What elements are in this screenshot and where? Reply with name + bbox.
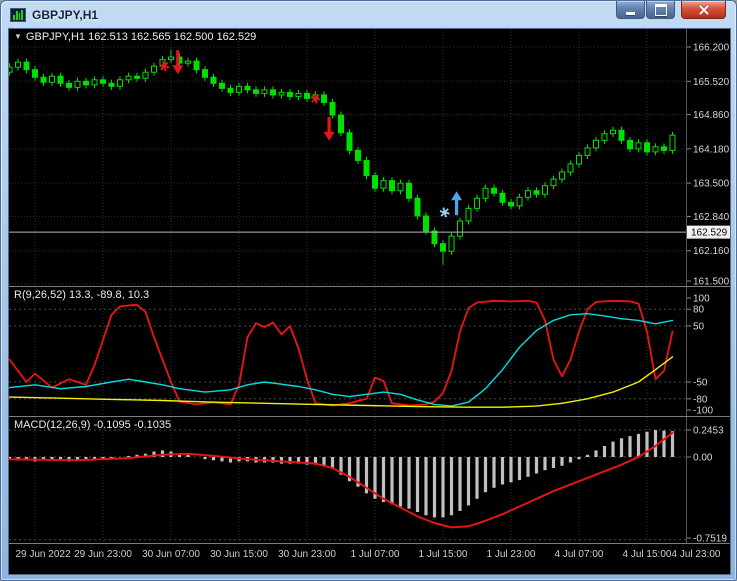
close-button[interactable] [681,1,726,19]
svg-text:-50: -50 [693,378,708,389]
svg-text:164.860: 164.860 [693,110,730,121]
time-label: 29 Jun 2022 [15,549,71,560]
time-label: 4 Jul 07:00 [554,549,604,560]
svg-text:164.180: 164.180 [693,144,730,155]
macd-chart[interactable]: 0.2453 0.00 -0.7519 [9,417,730,544]
minimize-icon [626,11,635,15]
svg-text:-80: -80 [693,394,708,405]
svg-text:161.500: 161.500 [693,277,730,288]
svg-text:100: 100 [693,294,710,305]
indicator2-panel: 0.2453 0.00 -0.7519 MACD(12,26,9) -0.1095 … [9,417,730,544]
close-icon [698,4,710,16]
current-price-box: 162.529 [687,225,730,239]
svg-text:162.840: 162.840 [693,212,730,223]
svg-text:0.00: 0.00 [693,453,713,464]
chart-client-area: 166.200 165.520 164.860 164.180 163.500 162.8… [9,29,730,574]
time-label: 4 Jul 23:00 [671,549,721,560]
svg-text:165.520: 165.520 [693,77,730,88]
svg-text:162.160: 162.160 [693,246,730,257]
indicator1-scale[interactable]: 10080 50 -50 -80-100 [687,294,713,417]
time-label: 30 Jun 15:00 [210,549,268,560]
maximize-button[interactable] [646,1,675,19]
indicator-oscillator-chart[interactable]: 10080 50 -50 -80-100 [9,287,730,417]
title-bar[interactable]: GBPJPY,H1 [1,1,736,29]
price-scale[interactable]: 166.200 165.520 164.860 164.180 163.500 162.8… [687,43,730,288]
level-lines [9,429,686,541]
time-label: 30 Jun 23:00 [278,549,336,560]
time-label: 1 Jul 07:00 [350,549,400,560]
minimize-button[interactable] [616,1,645,19]
macd-signal-line [9,431,674,529]
indicator-lines [9,299,674,408]
svg-text:-0.7519: -0.7519 [693,534,727,545]
chart-icon [10,8,26,22]
svg-text:-100: -100 [693,406,713,417]
svg-text:0.2453: 0.2453 [693,426,724,437]
svg-text:80: 80 [693,305,705,316]
svg-text:166.200: 166.200 [693,43,730,54]
window-title: GBPJPY,H1 [32,8,99,22]
macd-scale[interactable]: 0.2453 0.00 -0.7519 [687,426,727,544]
svg-text:162.529: 162.529 [691,228,728,239]
time-axis[interactable]: 29 Jun 2022 29 Jun 23:00 30 Jun 07:00 30 Ju… [9,544,730,574]
grid [9,29,686,285]
main-chart-panel: 166.200 165.520 164.860 164.180 163.500 162.8… [9,29,730,287]
time-label: 30 Jun 07:00 [142,549,200,560]
time-label: 4 Jul 15:00 [622,549,672,560]
level-lines [9,308,686,400]
macd-histogram [9,430,675,518]
grid [34,417,648,542]
svg-text:163.500: 163.500 [693,179,730,190]
chart-window: GBPJPY,H1 166.200 165.520 164.860 164.180 16… [0,0,737,581]
time-label: 1 Jul 15:00 [418,549,468,560]
svg-text:50: 50 [693,322,705,333]
main-price-chart[interactable]: 166.200 165.520 164.860 164.180 163.500 162.8… [9,29,730,287]
time-label: 1 Jul 23:00 [486,549,536,560]
maximize-icon [654,3,667,16]
indicator1-panel: 100 80 50 -50 -80 -100 R(9,26,52) 13.3, -89.8… [9,287,730,417]
time-label: 29 Jun 23:00 [74,549,132,560]
window-controls [615,1,726,19]
